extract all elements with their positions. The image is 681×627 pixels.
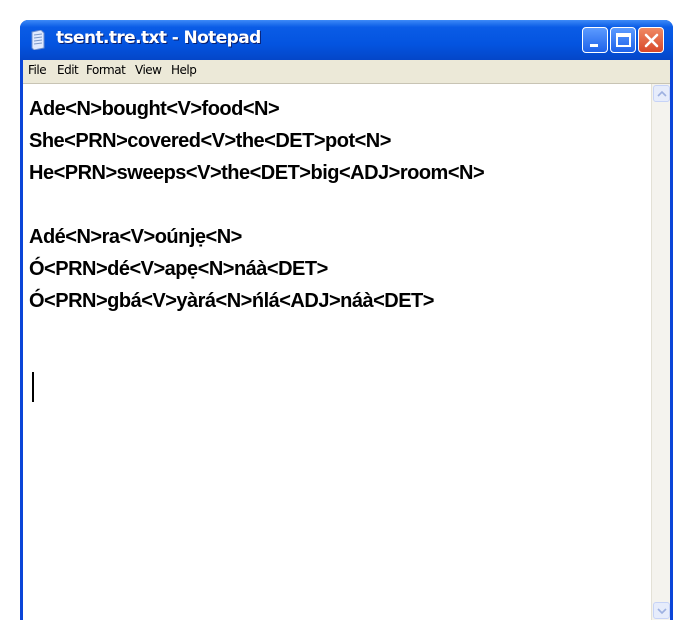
text-line: Ó<PRN>dé<V>apẹ<N>náà<DET> xyxy=(29,258,328,280)
notepad-window: tsent.tre.txt - Notepad File Edit Format… xyxy=(20,20,673,620)
text-line: Ó<PRN>gbá<V>yàrá<N>ńlá<ADJ>náà<DET> xyxy=(29,290,434,312)
maximize-button[interactable] xyxy=(610,27,636,53)
title-bar[interactable]: tsent.tre.txt - Notepad xyxy=(20,20,673,60)
text-editor[interactable]: Ade<N>bought<V>food<N> She<PRN>covered<V… xyxy=(23,84,670,620)
menu-help[interactable]: Help xyxy=(171,63,197,77)
menu-view[interactable]: View xyxy=(135,63,162,77)
chevron-up-icon xyxy=(657,90,667,97)
menu-file[interactable]: File xyxy=(28,63,47,77)
menu-bar: File Edit Format View Help xyxy=(23,60,670,84)
notepad-icon[interactable] xyxy=(30,29,46,51)
document-text[interactable]: Ade<N>bought<V>food<N> She<PRN>covered<V… xyxy=(29,93,641,317)
text-line xyxy=(29,189,641,221)
text-line: Ade<N>bought<V>food<N> xyxy=(29,98,280,120)
close-icon xyxy=(644,33,659,48)
minimize-icon xyxy=(590,44,598,47)
text-line: He<PRN>sweeps<V>the<DET>big<ADJ>room<N> xyxy=(29,162,485,184)
text-caret xyxy=(32,372,34,402)
window-title: tsent.tre.txt - Notepad xyxy=(56,28,261,48)
text-line: She<PRN>covered<V>the<DET>pot<N> xyxy=(29,130,391,152)
text-line: Adé<N>ra<V>oúnjẹ<N> xyxy=(29,226,242,248)
maximize-icon xyxy=(616,33,631,47)
close-button[interactable] xyxy=(638,27,664,53)
menu-edit[interactable]: Edit xyxy=(57,63,79,77)
menu-format[interactable]: Format xyxy=(86,63,126,77)
vertical-scrollbar[interactable] xyxy=(651,84,670,620)
chevron-down-icon xyxy=(657,608,667,615)
scroll-down-button[interactable] xyxy=(653,602,670,619)
scroll-up-button[interactable] xyxy=(653,85,670,102)
minimize-button[interactable] xyxy=(582,27,608,53)
